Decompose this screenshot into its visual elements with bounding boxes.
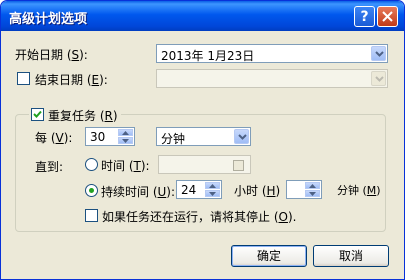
duration-hours-value: 24 <box>181 183 197 197</box>
chevron-down-icon <box>375 76 384 82</box>
arrow-up-icon <box>209 184 216 188</box>
until-time-picker <box>158 155 251 174</box>
arrow-down-icon <box>209 192 216 196</box>
end-date-checkbox[interactable] <box>17 72 30 85</box>
every-interval-stepper[interactable]: 30 <box>85 127 135 146</box>
help-button[interactable]: ? <box>354 6 375 27</box>
end-date-label: 结束日期 (E): <box>35 73 108 87</box>
start-date-value: 2013年 1月23日 <box>161 49 255 63</box>
until-label: 直到: <box>35 160 64 174</box>
checkmark-icon <box>33 110 42 118</box>
duration-radio[interactable] <box>85 184 98 197</box>
duration-hours-down-button[interactable] <box>205 190 220 197</box>
interval-unit-select[interactable]: 分钟 <box>156 127 251 146</box>
cancel-button[interactable]: 取消 <box>313 245 389 267</box>
ok-button[interactable]: 确定 <box>231 245 307 267</box>
every-interval-value: 30 <box>90 130 106 144</box>
chevron-down-icon <box>238 134 247 140</box>
title-bar[interactable]: 高级计划选项 ? <box>1 1 404 31</box>
interval-unit-dropdown-button[interactable] <box>234 129 249 144</box>
every-interval-up-button[interactable] <box>118 129 133 136</box>
stop-if-running-checkbox[interactable] <box>85 209 98 222</box>
every-label: 每 (V): <box>35 131 73 145</box>
window-title: 高级计划选项 <box>9 12 88 27</box>
close-button[interactable] <box>377 6 398 27</box>
arrow-up-icon <box>122 131 129 135</box>
start-date-label: 开始日期 (S): <box>15 48 88 62</box>
chevron-down-icon <box>375 51 384 57</box>
repeat-task-checkbox[interactable] <box>31 108 44 121</box>
repeat-task-label: 重复任务 (R) <box>48 109 118 123</box>
minutes-label: 分钟 (M) <box>337 184 381 197</box>
close-icon <box>382 11 393 22</box>
duration-hours-up-button[interactable] <box>205 182 220 189</box>
hours-label: 小时 (H) <box>234 184 281 198</box>
duration-label: 持续时间 (U): <box>101 185 176 199</box>
stop-if-running-label: 如果任务还在运行，请将其停止 (O). <box>102 210 297 224</box>
duration-minutes-up-button[interactable] <box>305 182 320 189</box>
arrow-up-icon <box>309 184 316 188</box>
duration-hours-stepper[interactable]: 24 <box>176 180 222 199</box>
dialog-window: 高级计划选项 ? 开始日期 (S): 2013年 1月23日 结束日期 (E):… <box>0 0 405 280</box>
arrow-down-icon <box>122 139 129 143</box>
time-spinner-icon <box>233 160 244 171</box>
start-date-dropdown-button[interactable] <box>371 46 386 61</box>
interval-unit-value: 分钟 <box>161 132 186 146</box>
until-time-label: 时间 (T): <box>101 159 150 173</box>
duration-minutes-stepper[interactable] <box>286 180 322 199</box>
start-date-picker[interactable]: 2013年 1月23日 <box>156 44 388 63</box>
duration-minutes-down-button[interactable] <box>305 190 320 197</box>
until-time-radio[interactable] <box>85 158 98 171</box>
every-interval-down-button[interactable] <box>118 137 133 144</box>
end-date-picker <box>156 69 388 88</box>
arrow-down-icon <box>309 192 316 196</box>
end-date-dropdown-button <box>371 71 386 86</box>
